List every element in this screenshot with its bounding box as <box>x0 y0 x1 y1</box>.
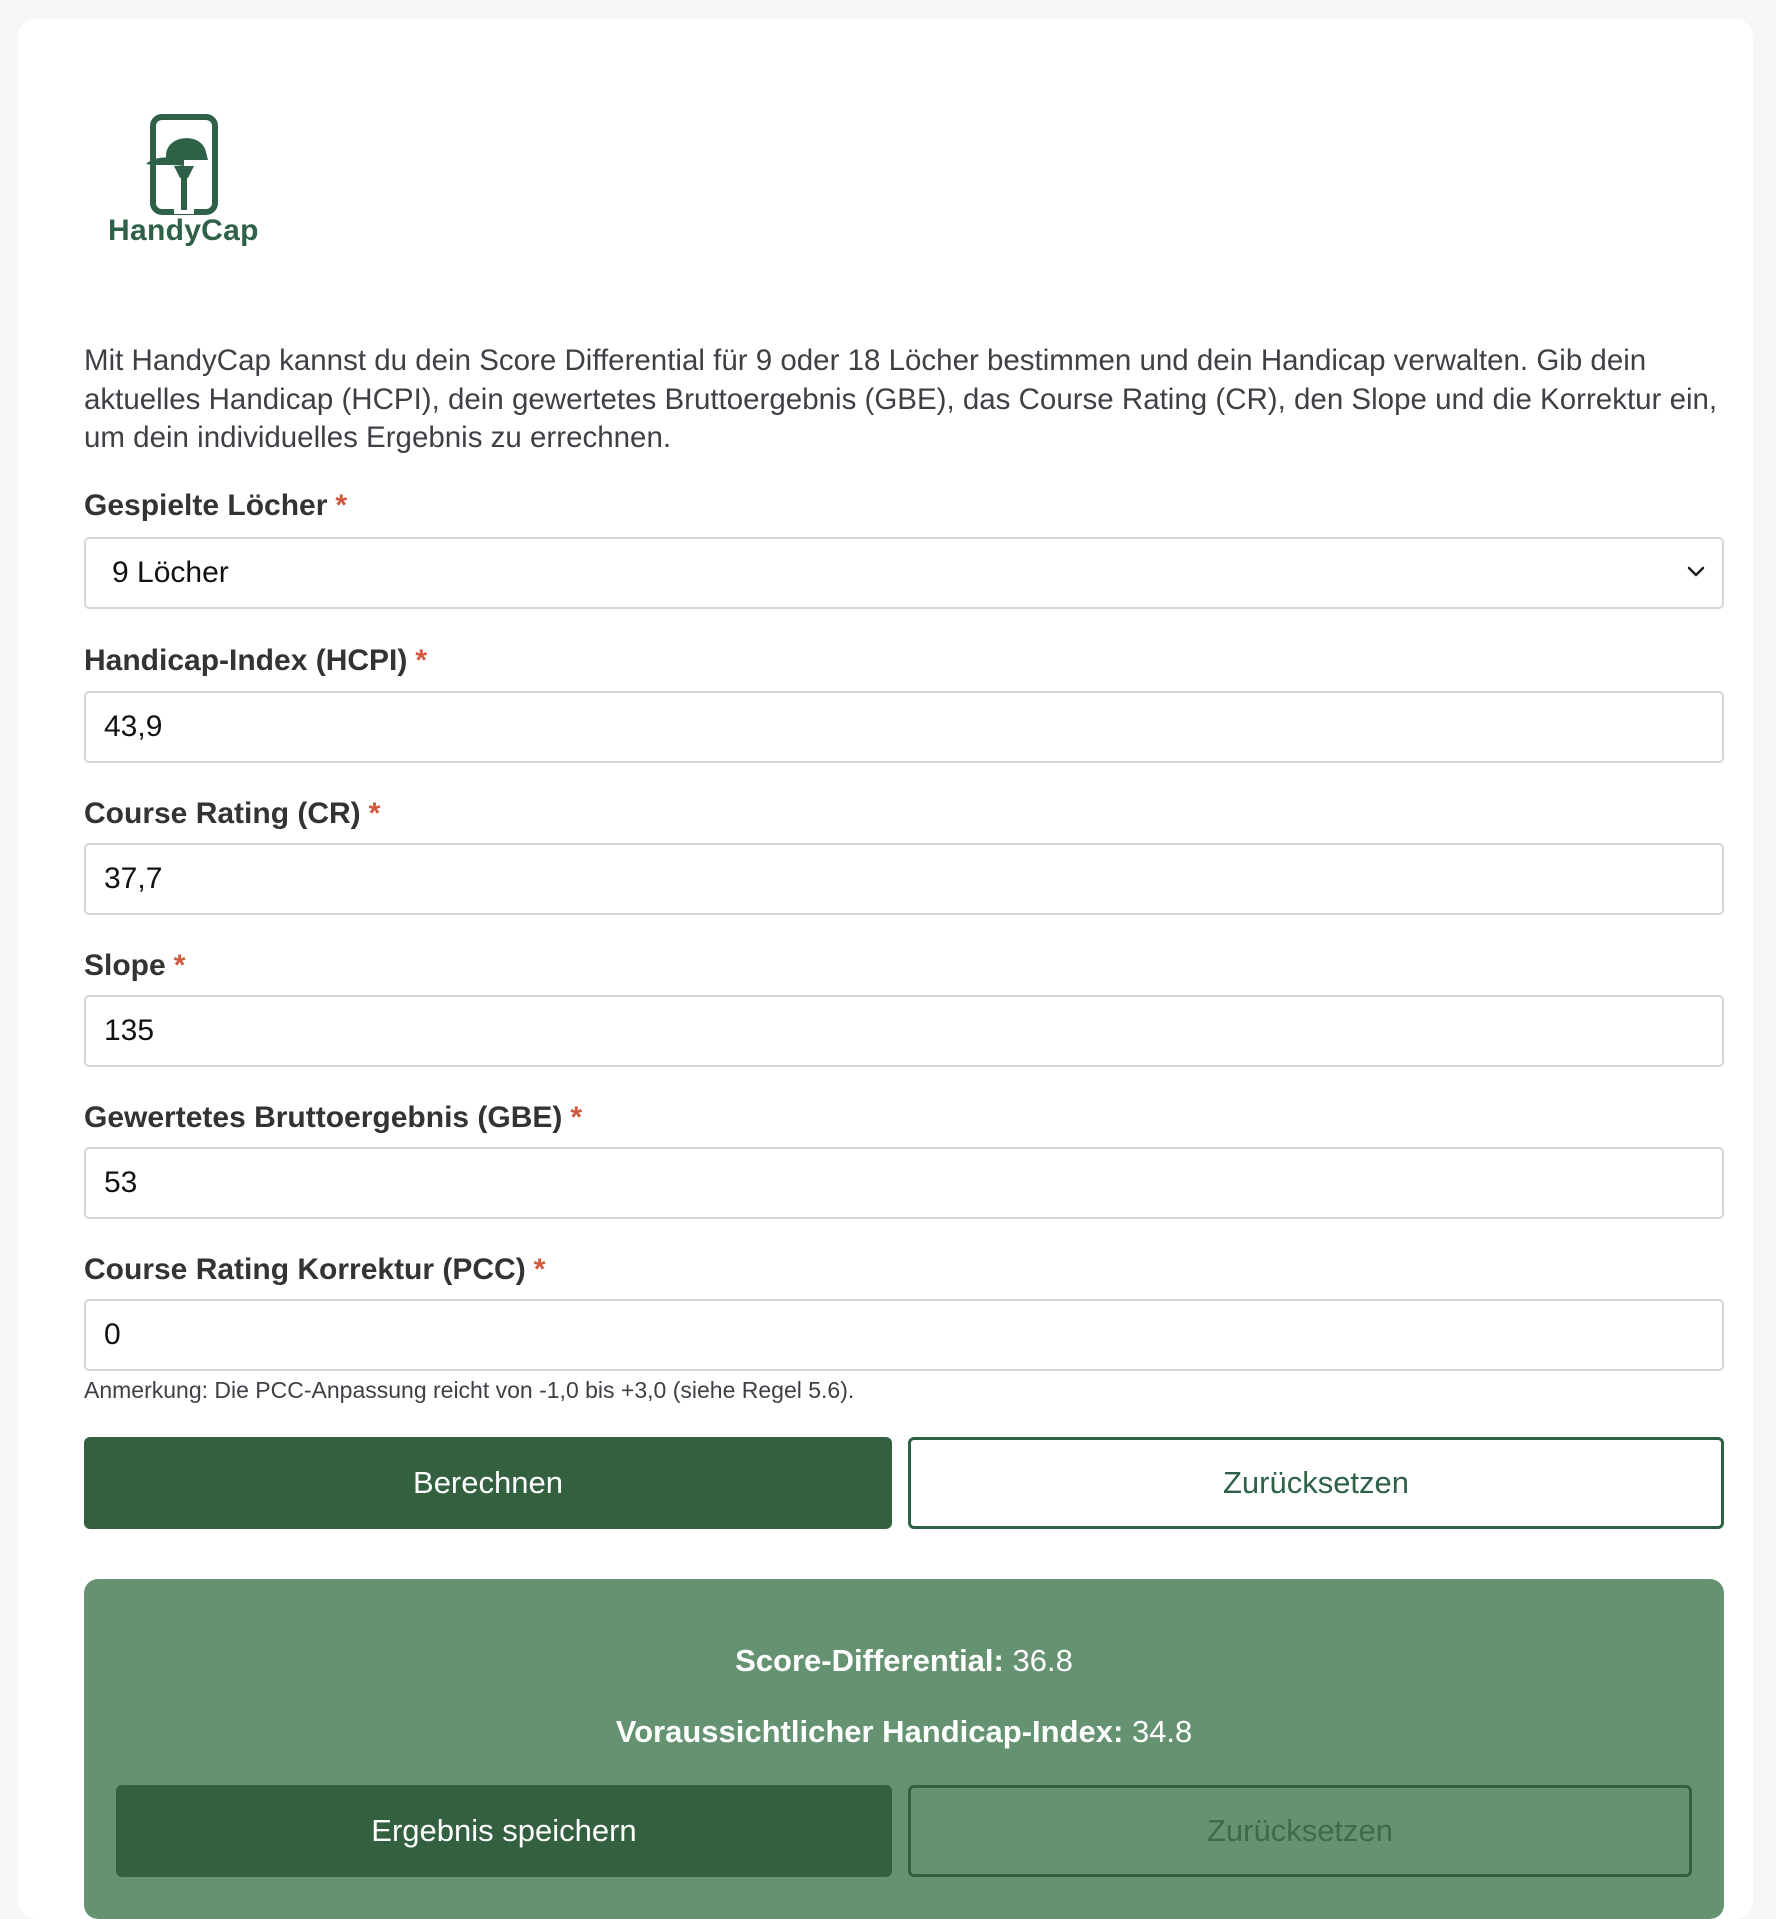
save-result-button[interactable]: Ergebnis speichern <box>116 1785 892 1877</box>
calculator-card: HandyCap Mit HandyCap kannst du dein Sco… <box>18 19 1753 1919</box>
calculate-button-label: Berechnen <box>413 1465 563 1500</box>
hcpi-label: Handicap-Index (HCPI) * <box>84 644 427 678</box>
required-mark: * <box>415 644 428 677</box>
slope-label: Slope * <box>84 949 185 983</box>
pcc-input[interactable]: 0 <box>84 1299 1724 1371</box>
score-differential: Score-Differential: 36.8 <box>84 1643 1724 1679</box>
required-mark: * <box>533 1253 546 1286</box>
result-reset-button-label: Zurücksetzen <box>1206 1813 1394 1848</box>
holes-select-value: 9 Löcher <box>112 556 229 589</box>
golf-cap-tee-icon <box>146 114 218 215</box>
required-mark: * <box>368 797 381 830</box>
gbe-label: Gewertetes Bruttoergebnis (GBE) * <box>84 1101 582 1135</box>
result-reset-button[interactable]: Zurücksetzen <box>908 1785 1692 1877</box>
cr-label: Course Rating (CR) * <box>84 797 380 831</box>
cr-input-value: 37,7 <box>104 862 163 895</box>
holes-label-text: Gespielte Löcher <box>84 489 328 522</box>
chevron-down-icon <box>1687 566 1705 577</box>
slope-input[interactable]: 135 <box>84 995 1724 1067</box>
hcpi-input-value: 43,9 <box>104 710 163 743</box>
brand-logo: HandyCap <box>108 114 263 254</box>
required-mark: * <box>173 949 186 982</box>
pcc-note: Anmerkung: Die PCC-Anpassung reicht von … <box>84 1377 855 1403</box>
projected-hcpi-value: 34.8 <box>1131 1714 1193 1749</box>
gbe-label-text: Gewertetes Bruttoergebnis (GBE) <box>84 1101 563 1134</box>
score-differential-value: 36.8 <box>1012 1643 1073 1678</box>
pcc-input-value: 0 <box>104 1318 121 1351</box>
holes-label: Gespielte Löcher * <box>84 489 347 523</box>
required-mark: * <box>570 1101 583 1134</box>
intro-text: Mit HandyCap kannst du dein Score Differ… <box>84 344 1718 454</box>
save-result-button-label: Ergebnis speichern <box>371 1813 637 1848</box>
cr-input[interactable]: 37,7 <box>84 843 1724 915</box>
required-mark: * <box>335 489 348 522</box>
calculate-button[interactable]: Berechnen <box>84 1437 892 1529</box>
result-panel: Score-Differential: 36.8 Voraussichtlich… <box>84 1579 1724 1919</box>
hcpi-label-text: Handicap-Index (HCPI) <box>84 644 408 677</box>
pcc-label: Course Rating Korrektur (PCC) * <box>84 1253 545 1287</box>
holes-select[interactable]: 9 Löcher <box>84 537 1724 609</box>
score-differential-label: Score-Differential: <box>735 1643 1004 1678</box>
brand-name: HandyCap <box>108 214 259 247</box>
gbe-input[interactable]: 53 <box>84 1147 1724 1219</box>
projected-hcpi: Voraussichtlicher Handicap-Index: 34.8 <box>84 1714 1724 1750</box>
projected-hcpi-label: Voraussichtlicher Handicap-Index: <box>615 1714 1124 1749</box>
reset-button-label: Zurücksetzen <box>1222 1465 1410 1500</box>
slope-input-value: 135 <box>104 1014 155 1047</box>
cr-label-text: Course Rating (CR) <box>84 797 361 830</box>
pcc-label-text: Course Rating Korrektur (PCC) <box>84 1253 526 1286</box>
slope-label-text: Slope <box>84 949 166 982</box>
gbe-input-value: 53 <box>104 1166 138 1199</box>
hcpi-input[interactable]: 43,9 <box>84 691 1724 763</box>
reset-button[interactable]: Zurücksetzen <box>908 1437 1724 1529</box>
